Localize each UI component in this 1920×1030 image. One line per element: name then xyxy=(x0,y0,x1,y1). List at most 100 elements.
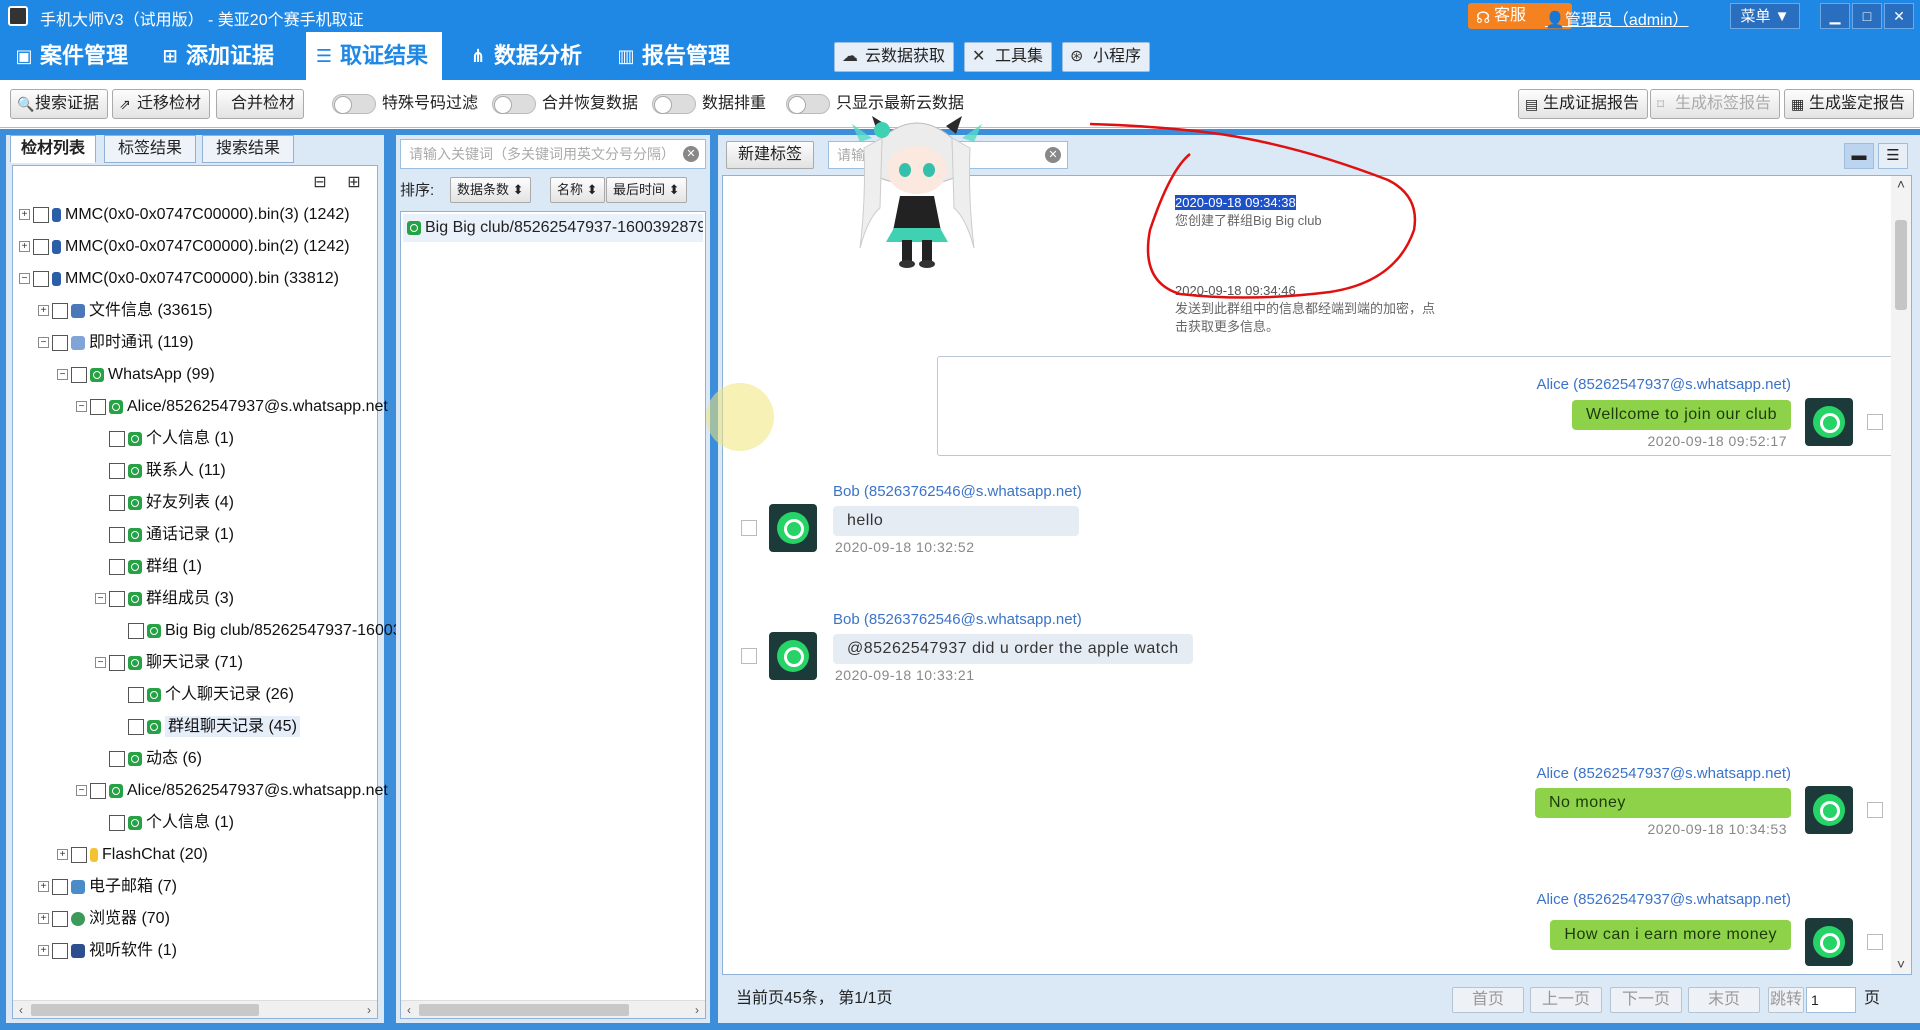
collapse-all-icon[interactable]: ⊟ xyxy=(309,172,331,194)
tree-node[interactable]: − Alice/85262547937@s.whatsapp.net xyxy=(76,776,388,806)
tree-checkbox[interactable] xyxy=(109,558,125,575)
expand-icon[interactable]: + xyxy=(57,849,68,861)
next-page-button[interactable]: 下一页 xyxy=(1610,987,1682,1013)
nav-add-evidence[interactable]: ⊞ 添加证据 xyxy=(152,32,274,80)
tree-checkbox[interactable] xyxy=(52,942,68,959)
tree-checkbox[interactable] xyxy=(52,910,68,927)
tree-checkbox[interactable] xyxy=(90,398,106,415)
chat-view-icon[interactable]: ▬ xyxy=(1844,143,1874,169)
tree-checkbox[interactable] xyxy=(109,750,125,767)
tree-node[interactable]: 动态 (6) xyxy=(95,744,202,774)
tree-node[interactable]: 个人信息 (1) xyxy=(95,808,234,838)
toggle-switch[interactable] xyxy=(332,94,376,114)
minimize-button[interactable]: ▁ xyxy=(1820,3,1850,29)
collapse-icon[interactable]: − xyxy=(76,401,87,413)
scroll-down-icon[interactable]: ˅ xyxy=(1891,956,1911,974)
tree-checkbox[interactable] xyxy=(109,814,125,831)
tree-node[interactable]: + 电子邮箱 (7) xyxy=(38,872,177,902)
clear-icon[interactable]: ✕ xyxy=(683,146,699,162)
expand-icon[interactable]: + xyxy=(38,305,49,317)
tree-node[interactable]: − 即时通讯 (119) xyxy=(38,328,194,358)
migrate-material-button[interactable]: ⇗ 迁移检材 xyxy=(112,89,211,119)
message-checkbox[interactable] xyxy=(1867,934,1883,950)
scroll-up-icon[interactable]: ˄ xyxy=(1891,176,1911,196)
message-checkbox[interactable] xyxy=(1867,414,1883,430)
dedupe-toggle[interactable]: 数据排重 xyxy=(652,93,766,115)
tree-checkbox[interactable] xyxy=(52,302,68,319)
expand-icon[interactable]: + xyxy=(38,945,49,957)
tree-node[interactable]: − 聊天记录 (71) xyxy=(95,648,243,678)
tab-material-list[interactable]: 检材列表 xyxy=(10,135,96,163)
tree-node[interactable]: 个人聊天记录 (26) xyxy=(114,680,294,710)
tree-checkbox[interactable] xyxy=(90,782,106,799)
special-number-filter-toggle[interactable]: 特殊号码过滤 xyxy=(332,93,478,115)
collapse-icon[interactable]: − xyxy=(95,657,106,669)
merge-recovered-toggle[interactable]: 合并恢复数据 xyxy=(492,93,638,115)
tree-checkbox[interactable] xyxy=(33,270,49,287)
collapse-icon[interactable]: − xyxy=(19,273,30,285)
sort-by-time-button[interactable]: 最后时间 ⬍ xyxy=(606,177,687,203)
tree-node[interactable]: − MMC(0x0-0x0747C00000).bin (33812) xyxy=(19,264,339,294)
tree-checkbox[interactable] xyxy=(109,462,125,479)
tree-checkbox[interactable] xyxy=(33,206,49,223)
close-button[interactable]: ✕ xyxy=(1884,3,1914,29)
message-bubble[interactable]: No money xyxy=(1535,788,1791,818)
tree-node[interactable]: + 文件信息 (33615) xyxy=(38,296,213,326)
sort-by-name-button[interactable]: 名称 ⬍ xyxy=(550,177,605,203)
expand-icon[interactable]: + xyxy=(38,913,49,925)
tree-node[interactable]: − Alice/85262547937@s.whatsapp.net xyxy=(76,392,388,422)
prev-page-button[interactable]: 上一页 xyxy=(1530,987,1602,1013)
scroll-left-icon[interactable]: ‹ xyxy=(401,1001,417,1019)
chat-vertical-scrollbar[interactable]: ˄ ˅ xyxy=(1891,176,1911,974)
toggle-switch[interactable] xyxy=(786,94,830,114)
scroll-right-icon[interactable]: › xyxy=(361,1001,377,1019)
message-bubble[interactable]: hello xyxy=(833,506,1079,536)
toggle-switch[interactable] xyxy=(652,94,696,114)
page-number-input[interactable]: 1 xyxy=(1806,987,1856,1013)
toolset-button[interactable]: ✕ 工具集 xyxy=(964,42,1053,72)
scroll-thumb[interactable] xyxy=(31,1004,259,1016)
tree-checkbox[interactable] xyxy=(109,430,125,447)
tree-checkbox[interactable] xyxy=(128,622,144,639)
tree-node[interactable]: 群组 (1) xyxy=(95,552,202,582)
list-horizontal-scrollbar[interactable]: ‹ › xyxy=(401,1000,705,1018)
mini-program-button[interactable]: ⊛ 小程序 xyxy=(1062,42,1151,72)
nav-data-analysis[interactable]: ⋔ 数据分析 xyxy=(460,32,582,80)
tree-node[interactable]: + MMC(0x0-0x0747C00000).bin(2) (1242) xyxy=(19,232,350,262)
tree-node[interactable]: 个人信息 (1) xyxy=(95,424,234,454)
message-bubble[interactable]: Wellcome to join our club xyxy=(1572,400,1791,430)
expand-icon[interactable]: + xyxy=(19,241,30,253)
tree-checkbox[interactable] xyxy=(109,590,125,607)
tree-checkbox[interactable] xyxy=(128,686,144,703)
last-page-button[interactable]: 末页 xyxy=(1688,987,1760,1013)
list-item[interactable]: Big Big club/85262547937-1600392879@g.us xyxy=(403,214,703,242)
message-bubble[interactable]: How can i earn more money xyxy=(1550,920,1791,950)
collapse-icon[interactable]: − xyxy=(57,369,68,381)
clear-icon[interactable]: ✕ xyxy=(1045,147,1061,163)
user-account-link[interactable]: 👤管理员（admin） xyxy=(1545,6,1689,30)
tree-checkbox[interactable] xyxy=(71,846,87,863)
search-evidence-button[interactable]: 🔍 搜索证据 xyxy=(10,89,109,119)
cloud-data-button[interactable]: ☁ 云数据获取 xyxy=(834,42,955,72)
tree-node[interactable]: + FlashChat (20) xyxy=(57,840,208,870)
first-page-button[interactable]: 首页 xyxy=(1452,987,1524,1013)
tree-node[interactable]: 通话记录 (1) xyxy=(95,520,234,550)
maximize-button[interactable]: □ xyxy=(1852,3,1882,29)
expand-icon[interactable]: + xyxy=(38,881,49,893)
generate-appraisal-report-button[interactable]: ▦ 生成鉴定报告 xyxy=(1784,89,1915,119)
main-menu-button[interactable]: 菜单 ▼ xyxy=(1730,3,1800,29)
tree-node[interactable]: + 视听软件 (1) xyxy=(38,936,177,966)
tree-node[interactable]: + 浏览器 (70) xyxy=(38,904,170,934)
tree-checkbox[interactable] xyxy=(109,494,125,511)
toggle-switch[interactable] xyxy=(492,94,536,114)
jump-page-button[interactable]: 跳转 xyxy=(1768,987,1804,1013)
tree-node[interactable]: 群组聊天记录 (45) xyxy=(114,712,300,742)
merge-material-button[interactable]: 合并检材 xyxy=(216,89,305,119)
tree-checkbox[interactable] xyxy=(128,718,144,735)
keyword-search-input[interactable]: 请输入关键词（多关键词用英文分号分隔） ✕ xyxy=(400,139,706,169)
tree-checkbox[interactable] xyxy=(52,878,68,895)
message-bubble[interactable]: @85262547937 did u order the apple watch xyxy=(833,634,1193,664)
tree-checkbox[interactable] xyxy=(33,238,49,255)
tree-checkbox[interactable] xyxy=(109,654,125,671)
scroll-right-icon[interactable]: › xyxy=(689,1001,705,1019)
